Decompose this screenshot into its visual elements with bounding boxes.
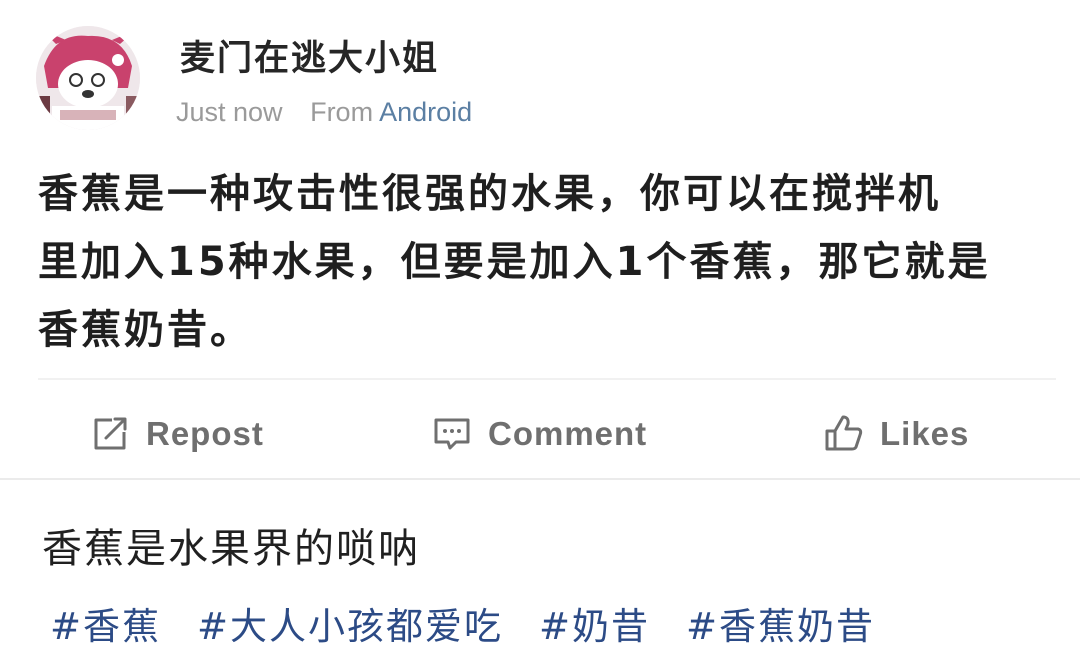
avatar-image xyxy=(36,26,140,130)
caption-title: 香蕉是水果界的唢呐 xyxy=(42,526,420,572)
repost-label: Repost xyxy=(146,415,264,452)
likes-label: Likes xyxy=(880,415,970,452)
from-label: From xyxy=(310,97,374,127)
device-label: Android xyxy=(379,97,473,127)
section-separator xyxy=(0,478,1080,480)
hashtag-link[interactable]: #奶昔 xyxy=(539,596,650,650)
comment-icon xyxy=(430,412,474,456)
hashtag-link[interactable]: #香蕉奶昔 xyxy=(686,596,875,650)
post-time: Just now xyxy=(176,97,283,127)
action-bar: Repost Comment Likes xyxy=(0,404,1080,464)
avatar[interactable] xyxy=(36,26,140,130)
repost-icon xyxy=(88,412,132,456)
hashtag-link[interactable]: #香蕉 xyxy=(50,596,161,650)
thumbs-up-icon xyxy=(822,412,866,456)
divider xyxy=(38,378,1056,380)
post-card: 麦门在逃大小姐 Just now From Android 香蕉是一种攻击性很强… xyxy=(0,0,1080,478)
hashtag-list: #香蕉 #大人小孩都爱吃 #奶昔 #香蕉奶昔 xyxy=(50,596,911,650)
comment-label: Comment xyxy=(488,415,648,452)
post-text-line: 香蕉是一种攻击性很强的水果，你可以在搅拌机 xyxy=(38,171,941,217)
likes-button[interactable]: Likes xyxy=(822,404,969,464)
post-meta: Just now From Android xyxy=(176,97,472,128)
post-text-line: 里加入15种水果，但要是加入1个香蕉，那它就是 xyxy=(38,239,991,285)
repost-button[interactable]: Repost xyxy=(88,404,264,464)
comment-button[interactable]: Comment xyxy=(430,404,647,464)
hashtag-link[interactable]: #大人小孩都爱吃 xyxy=(197,596,503,650)
post-text-line: 香蕉奶昔。 xyxy=(38,307,253,353)
post-text: 香蕉是一种攻击性很强的水果，你可以在搅拌机 里加入15种水果，但要是加入1个香蕉… xyxy=(38,160,1048,364)
author-name[interactable]: 麦门在逃大小姐 xyxy=(180,30,439,81)
